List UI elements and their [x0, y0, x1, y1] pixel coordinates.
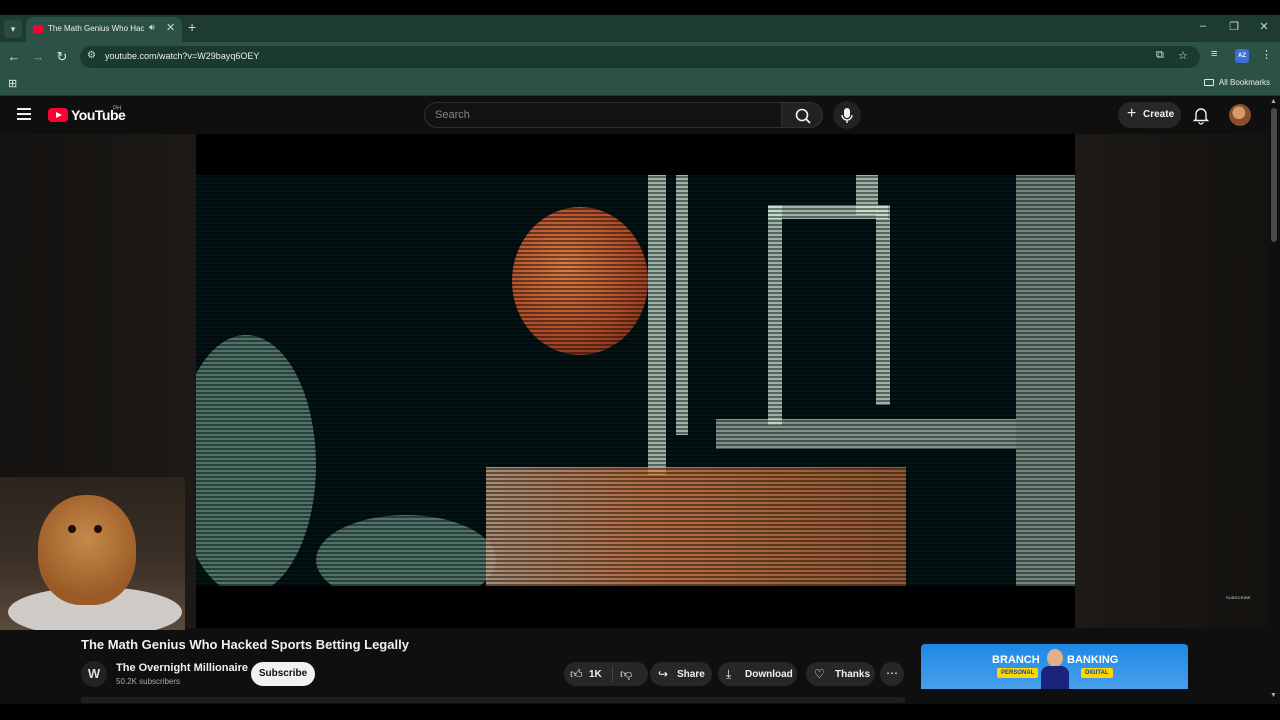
all-bookmarks-button[interactable]: All Bookmarks — [1203, 78, 1270, 87]
description-box-edge — [81, 697, 905, 703]
subscriber-count: 50.2K subscribers — [116, 677, 181, 686]
guide-menu-icon[interactable] — [17, 108, 31, 123]
bell-icon — [1192, 108, 1210, 125]
subscribe-watermark[interactable]: SUBSCRIBE — [1226, 595, 1251, 600]
restore-icon[interactable]: ❐ — [1224, 20, 1244, 33]
tab-search-chevron-icon[interactable]: ▾ — [4, 20, 22, 38]
thumbs-up-icon[interactable]: 👍︎ — [570, 667, 583, 682]
more-actions-icon[interactable]: ⋯ — [880, 662, 904, 686]
like-divider — [612, 666, 613, 682]
tab-audio-icon[interactable]: 🔊︎ — [149, 22, 155, 33]
bookmarks-bar: ⊞ All Bookmarks — [0, 72, 1280, 96]
url-text: youtube.com/watch?v=W29bayq6OEY — [105, 51, 260, 61]
thanks-button[interactable]: ♡ Thanks — [806, 662, 875, 686]
mini-player-preview[interactable] — [0, 477, 185, 630]
search-box — [424, 102, 782, 128]
search-button[interactable] — [781, 102, 823, 128]
page-scrollbar[interactable]: ▲ ▼ — [1268, 96, 1280, 704]
search-input[interactable] — [435, 103, 765, 127]
voice-search-button[interactable] — [833, 101, 861, 129]
bookmark-star-icon[interactable]: ☆ — [1178, 49, 1188, 62]
notifications-button[interactable] — [1190, 104, 1212, 126]
thanks-heart-icon: ♡ — [814, 667, 825, 681]
window-close-icon[interactable]: ✕ — [1254, 20, 1274, 33]
share-arrow-icon: ↪ — [658, 667, 669, 681]
ad-word-left: BRANCH — [992, 654, 1040, 666]
account-avatar[interactable] — [1229, 104, 1251, 126]
thumbs-down-icon[interactable]: 👎︎ — [620, 667, 632, 682]
like-count[interactable]: 1K — [589, 669, 602, 680]
video-title: The Math Genius Who Hacked Sports Bettin… — [81, 637, 409, 652]
install-app-icon[interactable]: ⧉ — [1156, 49, 1164, 62]
ad-info-strip — [921, 689, 1188, 704]
scroll-up-icon[interactable]: ▲ — [1270, 98, 1277, 105]
ambient-glow-right — [1075, 134, 1268, 628]
like-dislike-group: 👍︎ 1K 👎︎ — [564, 662, 648, 686]
scroll-down-icon[interactable]: ▼ — [1270, 692, 1277, 699]
all-bookmarks-label: All Bookmarks — [1218, 78, 1270, 87]
back-arrow-icon[interactable]: ← — [5, 48, 23, 66]
download-label: Download — [745, 669, 793, 680]
download-icon: ⤓ — [726, 667, 732, 681]
download-button[interactable]: ⤓ Download — [718, 662, 797, 686]
apps-grid-icon[interactable]: ⊞ — [8, 77, 17, 90]
subscribe-button[interactable]: Subscribe — [251, 662, 315, 686]
microphone-icon — [841, 108, 853, 123]
video-player[interactable] — [196, 134, 1075, 628]
scroll-thumb[interactable] — [1271, 108, 1277, 242]
video-frame — [196, 175, 1075, 586]
cookie-character — [38, 495, 136, 605]
ad-tag-left: PERSONAL — [997, 668, 1039, 678]
channel-avatar[interactable]: W — [81, 661, 107, 687]
menu-kebab-icon[interactable]: ⋮ — [1261, 48, 1272, 61]
youtube-region-code: PH — [113, 106, 122, 112]
reading-list-icon[interactable]: ≡ — [1211, 48, 1217, 60]
new-tab-plus-icon[interactable]: + — [188, 19, 196, 35]
address-bar[interactable]: ⚙︎ youtube.com/watch?v=W29bayq6OEY ⧉ ☆ — [80, 46, 1200, 68]
reload-icon[interactable]: ↻ — [53, 48, 71, 66]
folder-icon — [1203, 79, 1214, 86]
tab-strip: ▾ The Math Genius Who Hacked Sports Bett… — [0, 15, 1280, 42]
forward-arrow-icon[interactable]: → — [29, 48, 47, 66]
site-settings-icon[interactable]: ⚙︎ — [87, 50, 96, 61]
thanks-label: Thanks — [835, 669, 871, 680]
tab-close-icon[interactable]: ✕ — [166, 21, 175, 34]
browser-toolbar: ← → ↻ ⚙︎ youtube.com/watch?v=W29bayq6OEY… — [0, 42, 1280, 72]
bottom-edge — [0, 704, 1280, 720]
create-label: Create — [1143, 109, 1175, 120]
ad-word-right: BANKING — [1067, 654, 1119, 666]
tab-title: The Math Genius Who Hacked Sports Bettin… — [48, 24, 144, 33]
extension-icon[interactable]: AZ — [1235, 49, 1249, 63]
ad-tag-right: DIGITAL — [1081, 668, 1113, 678]
plus-icon: + — [1127, 105, 1137, 122]
share-button[interactable]: ↪ Share — [650, 662, 712, 686]
channel-name[interactable]: The Overnight Millionaire — [116, 662, 248, 674]
browser-tab-active[interactable]: The Math Genius Who Hacked Sports Bettin… — [26, 17, 182, 42]
minimize-icon[interactable]: – — [1193, 20, 1213, 32]
share-label: Share — [677, 669, 705, 680]
create-button[interactable]: + Create — [1118, 102, 1181, 128]
window-top-edge — [0, 0, 1280, 15]
youtube-play-icon — [48, 108, 68, 122]
youtube-favicon-icon — [33, 25, 43, 33]
youtube-masthead: YouTube + Create — [0, 96, 1268, 134]
search-icon — [795, 108, 811, 124]
